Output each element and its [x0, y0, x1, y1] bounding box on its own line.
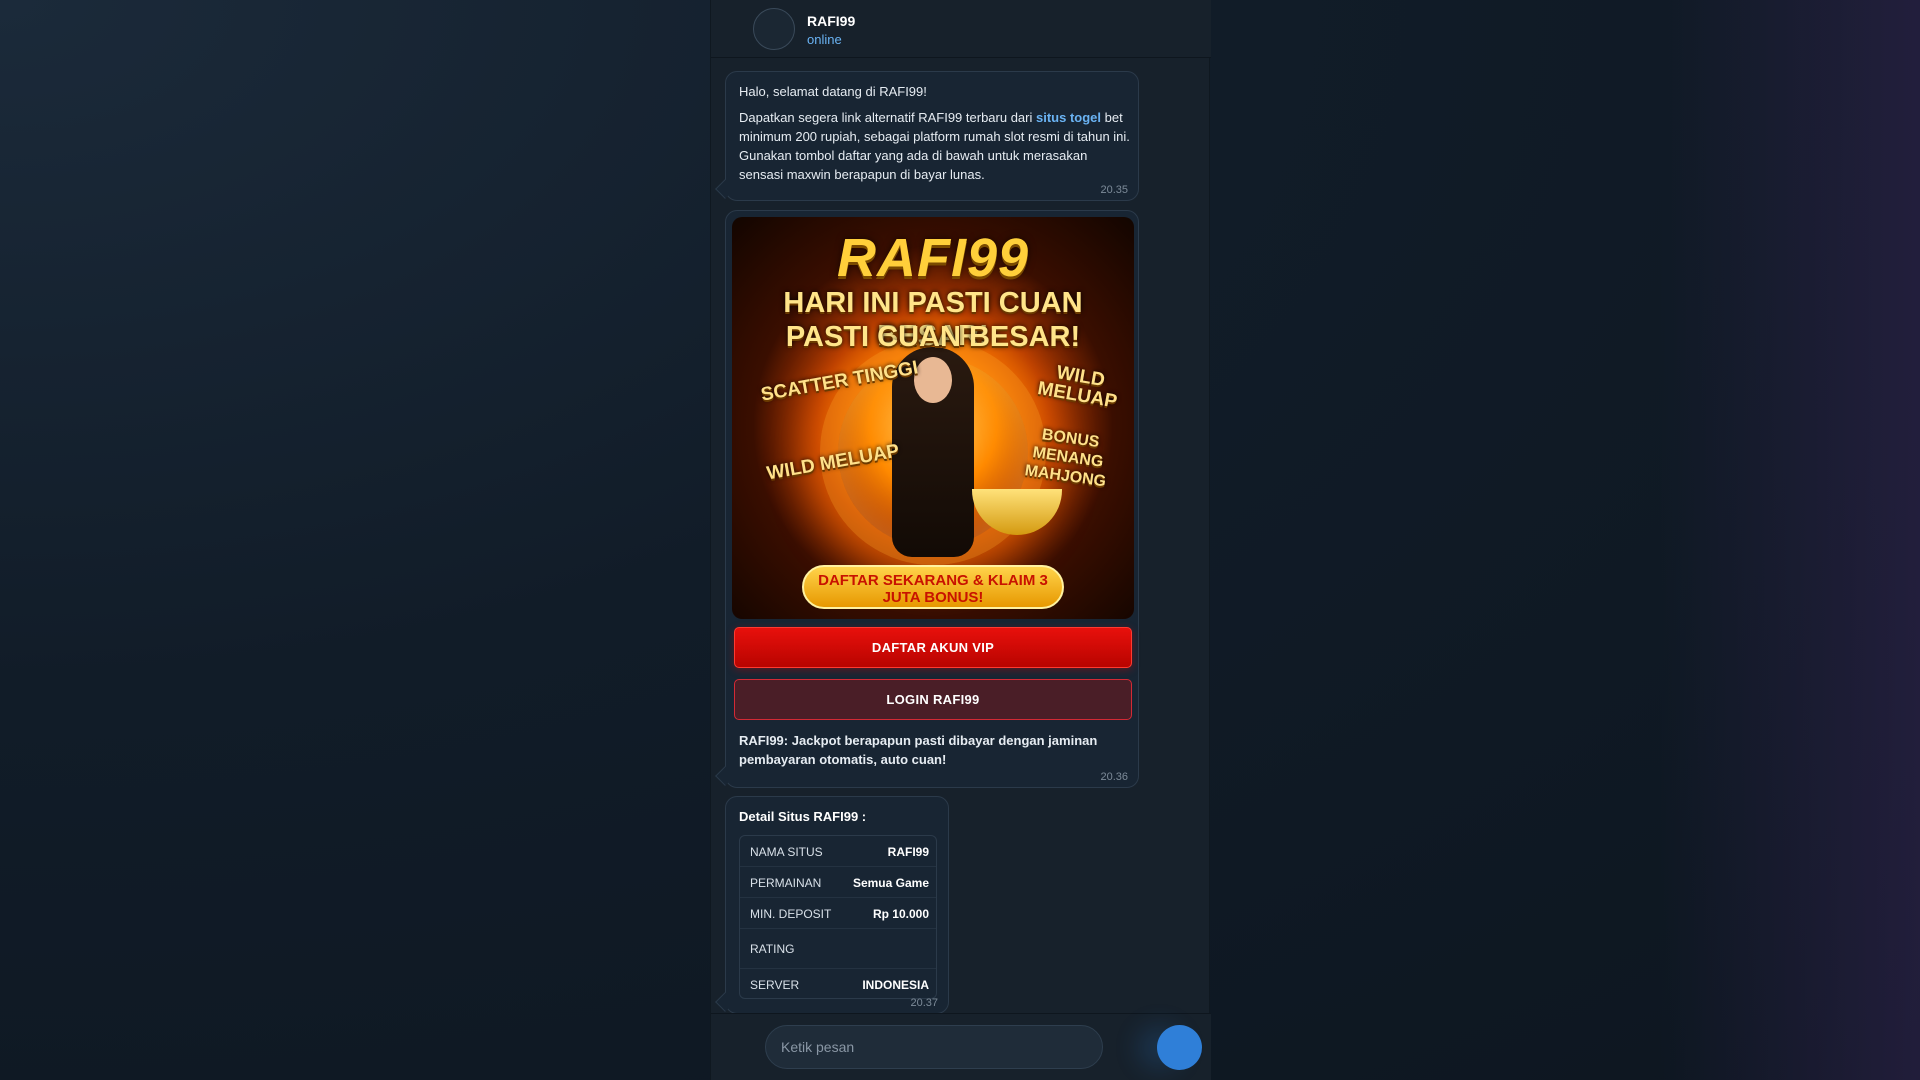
banner-model-face — [914, 357, 952, 403]
row-value: INDONESIA — [862, 978, 929, 992]
row-value: RAFI99 — [887, 845, 929, 859]
row-key: PERMAINAN — [750, 876, 822, 890]
table-row: NAMA SITUS RAFI99 — [740, 836, 936, 867]
bubble-tail — [715, 179, 735, 199]
chat-header: RAFI99 online — [711, 0, 1211, 58]
row-key: MIN. DEPOSIT — [750, 907, 832, 921]
banner-logo: RAFI99 — [836, 228, 1030, 288]
row-key: SERVER — [750, 978, 800, 992]
row-value: Semua Game — [852, 876, 929, 890]
welcome-message: Halo, selamat datang di RAFI99! Dapatkan… — [715, 71, 1139, 201]
promo-message: RAFI99 HARI INI PASTI CUAN BESAR! PASTI … — [715, 210, 1139, 788]
background-glow — [1660, 0, 1920, 1080]
table-row: MIN. DEPOSIT Rp 10.000 — [740, 898, 936, 929]
promo-caption: RAFI99: Jackpot berapapun pasti dibayar … — [739, 733, 1098, 767]
banner-tag-wild-right: WILD MELUAP — [1036, 362, 1119, 413]
register-vip-button[interactable]: DAFTAR AKUN VIP — [734, 627, 1132, 668]
promo-banner-image[interactable]: RAFI99 HARI INI PASTI CUAN BESAR! PASTI … — [732, 217, 1134, 619]
message-time: 20.35 — [1100, 184, 1128, 196]
row-key: NAMA SITUS — [750, 845, 823, 859]
banner-headline-2: PASTI CUAN BESAR! — [785, 321, 1081, 353]
table-row: PERMAINAN Semua Game — [740, 867, 936, 898]
table-row: SERVER INDONESIA — [740, 969, 936, 998]
details-message: Detail Situs RAFI99 : NAMA SITUS RAFI99 … — [715, 796, 949, 1014]
login-button[interactable]: LOGIN RAFI99 — [734, 679, 1132, 720]
send-button[interactable] — [1157, 1025, 1202, 1070]
chat-window: RAFI99 online Halo, selamat datang di RA… — [710, 0, 1211, 1080]
row-value: Rp 10.000 — [872, 907, 929, 921]
avatar[interactable] — [753, 8, 795, 50]
greeting-text: Halo, selamat datang di RAFI99! — [739, 84, 927, 99]
situs-togel-link[interactable]: situs togel — [1036, 110, 1101, 125]
details-table: NAMA SITUS RAFI99 PERMAINAN Semua Game M… — [739, 835, 937, 999]
chat-name: RAFI99 — [807, 13, 856, 29]
message-input[interactable] — [765, 1025, 1103, 1069]
banner-cta: DAFTAR SEKARANG & KLAIM 3 JUTA BONUS! — [802, 565, 1064, 609]
message-composer — [711, 1013, 1211, 1080]
bubble-tail — [715, 992, 735, 1012]
message-time: 20.36 — [1100, 771, 1128, 783]
row-key: RATING — [750, 942, 795, 956]
table-row: RATING — [740, 929, 936, 969]
message-time: 20.37 — [910, 997, 938, 1009]
welcome-paragraph: Dapatkan segera link alternatif RAFI99 t… — [739, 108, 1131, 184]
details-title: Detail Situs RAFI99 : — [739, 809, 867, 824]
online-status: online — [807, 32, 842, 47]
bubble-tail — [715, 766, 735, 786]
paragraph-text-before: Dapatkan segera link alternatif RAFI99 t… — [739, 110, 1036, 125]
